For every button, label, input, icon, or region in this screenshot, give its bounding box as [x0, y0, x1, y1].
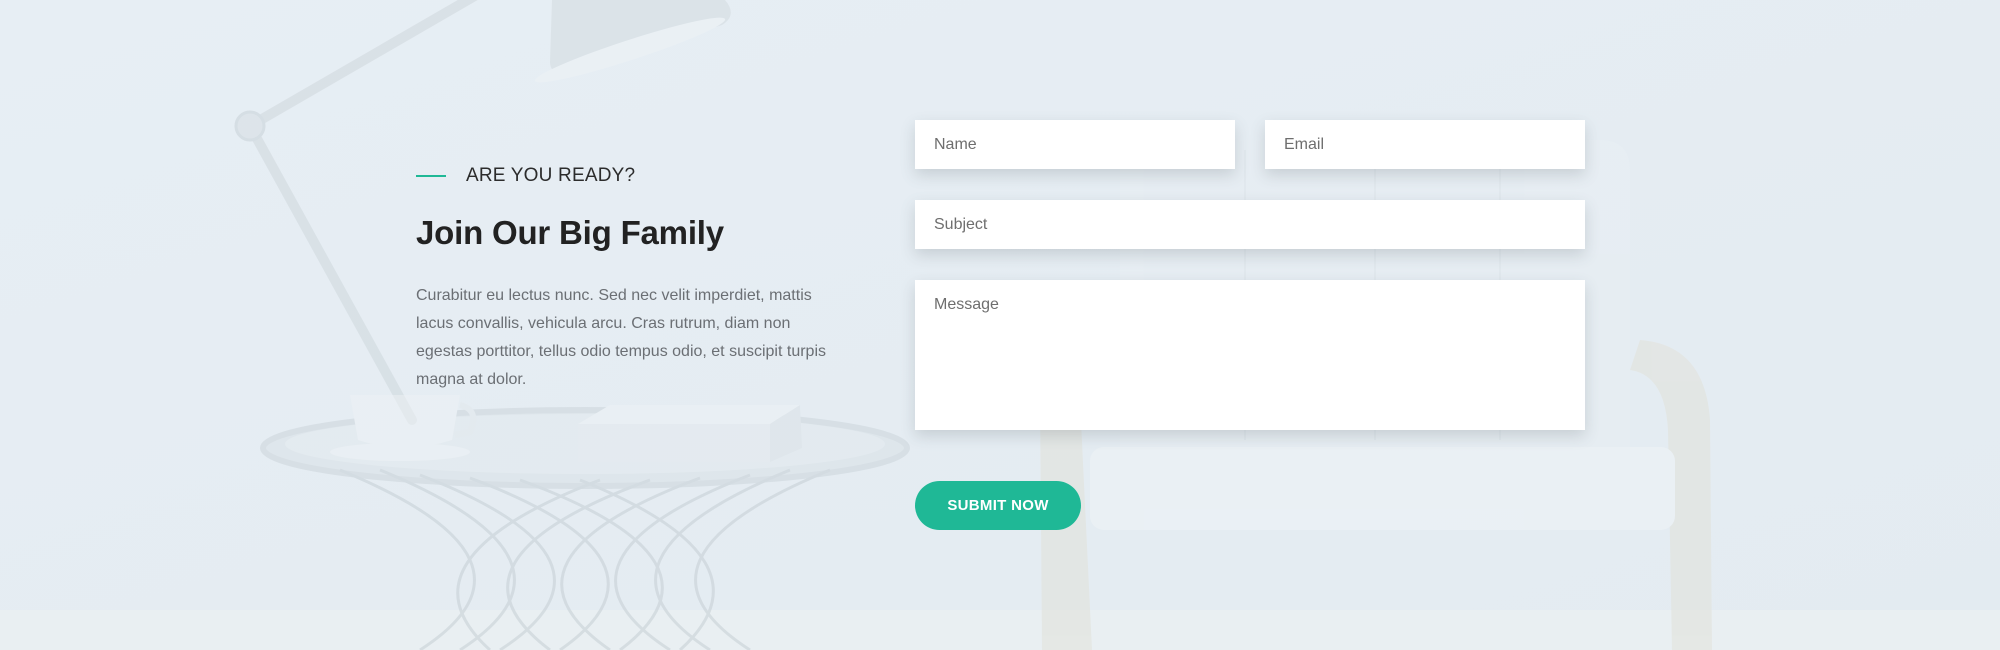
section-title: Join Our Big Family: [416, 214, 724, 251]
submit-button[interactable]: SUBMIT NOW: [915, 481, 1081, 530]
section-description: Curabitur eu lectus nunc. Sed nec velit …: [416, 287, 826, 388]
email-input[interactable]: [1265, 120, 1585, 169]
message-textarea[interactable]: [915, 280, 1585, 430]
subject-input[interactable]: [915, 200, 1585, 249]
eyebrow: ARE YOU READY?: [416, 160, 826, 192]
eyebrow-text: ARE YOU READY?: [466, 165, 636, 186]
name-input[interactable]: [915, 120, 1235, 169]
intro-block: ARE YOU READY? Join Our Big Family Curab…: [416, 160, 826, 394]
accent-line: [416, 175, 446, 177]
